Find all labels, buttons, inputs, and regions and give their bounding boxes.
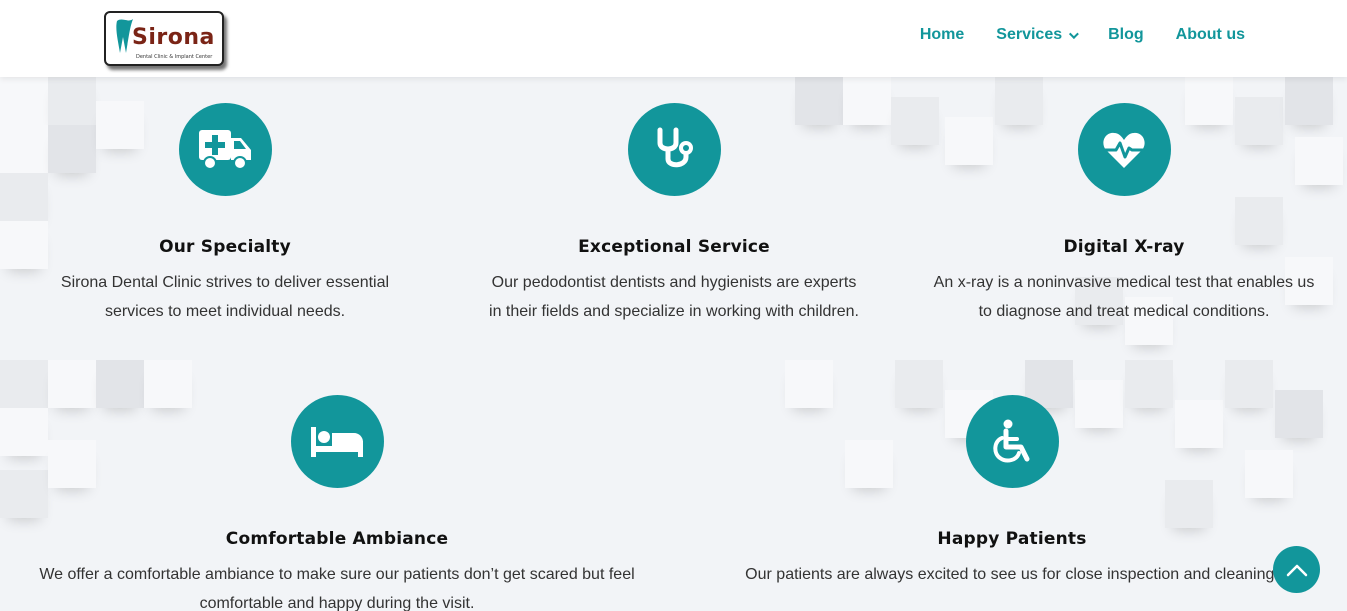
main-nav: Home Services Blog About us — [920, 26, 1245, 44]
feature-icon-circle — [290, 395, 384, 488]
bed-icon — [311, 426, 363, 457]
stethoscope-icon — [657, 127, 693, 167]
nav-blog-label: Blog — [1108, 26, 1144, 43]
feature-exceptional-service: Exceptional Service Our pedodontist dent… — [474, 103, 874, 326]
nav-home-link[interactable]: Home — [920, 26, 964, 44]
nav-home-label: Home — [919, 26, 965, 43]
scroll-to-top-button[interactable] — [1273, 546, 1320, 593]
feature-title: Exceptional Service — [578, 237, 770, 257]
feature-description-line1: An x-ray is a noninvasive medical test t… — [933, 274, 1315, 291]
feature-digital-xray: Digital X-ray An x-ray is a noninvasive … — [924, 103, 1324, 326]
nav-blog-link[interactable]: Blog — [1108, 26, 1144, 44]
feature-icon-circle — [178, 103, 272, 196]
feature-description: Our patients are always excited to see u… — [722, 560, 1302, 589]
chevron-down-icon — [1069, 28, 1079, 39]
logo-name: Sirona — [132, 25, 215, 50]
feature-description-line2: comfortable and happy during the visit. — [199, 595, 475, 611]
feature-description-line1: We offer a comfortable ambiance to make … — [39, 566, 635, 583]
feature-title: Happy Patients — [937, 529, 1087, 549]
heartbeat-icon — [1103, 132, 1145, 168]
feature-description-line2: services to meet individual needs. — [104, 303, 346, 320]
feature-title: Our Specialty — [159, 237, 291, 257]
ambulance-icon — [199, 129, 251, 170]
feature-description-line2: to diagnose and treat medical conditions… — [978, 303, 1270, 320]
feature-icon-circle — [965, 395, 1059, 488]
nav-services-link[interactable]: Services — [996, 26, 1079, 44]
feature-description-line1: Our pedodontist dentists and hygienists … — [491, 274, 857, 291]
nav-services-label: Services — [996, 26, 1063, 43]
feature-description-line1: Sirona Dental Clinic strives to deliver … — [60, 274, 390, 291]
feature-title: Comfortable Ambiance — [225, 529, 449, 549]
feature-description: Our pedodontist dentists and hygienists … — [474, 268, 874, 326]
feature-description-line2: in their fields and specialize in workin… — [489, 303, 859, 320]
nav-about-link[interactable]: About us — [1176, 26, 1245, 44]
feature-description: We offer a comfortable ambiance to make … — [22, 560, 652, 611]
chevron-up-icon — [1286, 564, 1307, 576]
feature-our-specialty: Our Specialty Sirona Dental Clinic striv… — [30, 103, 420, 326]
feature-description-line1: Our patients are always excited to see u… — [745, 566, 1279, 583]
feature-description: An x-ray is a noninvasive medical test t… — [924, 268, 1324, 326]
feature-description: Sirona Dental Clinic strives to deliver … — [30, 268, 420, 326]
nav-about-label: About us — [1175, 26, 1245, 43]
logo-tagline: Dental Clinic & Implant Center — [136, 54, 213, 60]
feature-icon-circle — [627, 103, 721, 196]
feature-happy-patients: Happy Patients Our patients are always e… — [722, 395, 1302, 589]
feature-icon-circle — [1077, 103, 1171, 196]
wheelchair-icon — [993, 419, 1030, 462]
site-header: Sirona Dental Clinic & Implant Center Ho… — [0, 0, 1347, 77]
feature-comfortable-ambiance: Comfortable Ambiance We offer a comforta… — [22, 395, 652, 611]
feature-title: Digital X-ray — [1063, 237, 1185, 257]
site-logo[interactable]: Sirona Dental Clinic & Implant Center — [104, 11, 224, 66]
